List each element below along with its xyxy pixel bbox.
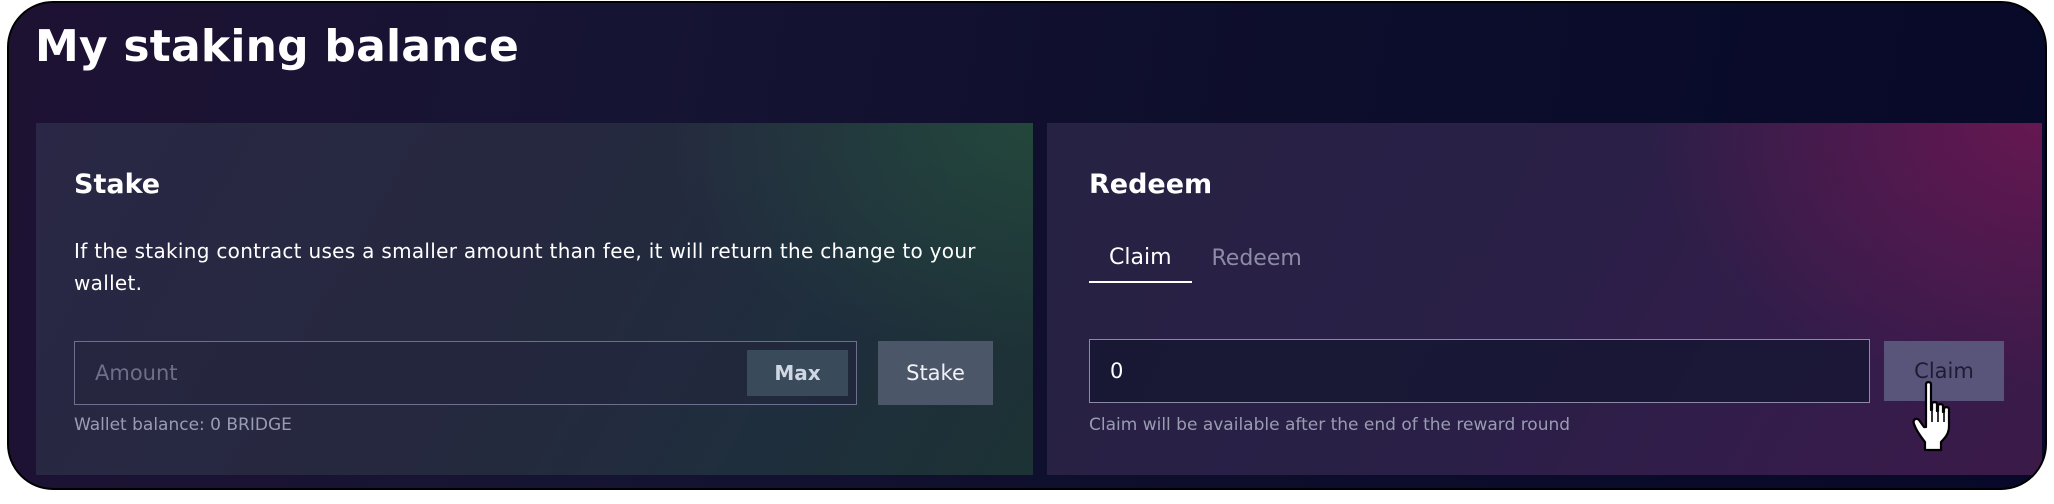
- stake-panel-title: Stake: [74, 169, 161, 200]
- stake-description: If the staking contract uses a smaller a…: [74, 239, 976, 295]
- redeem-panel: Redeem Claim Redeem Claim Claim will be …: [1047, 123, 2042, 475]
- stake-panel: Stake If the staking contract uses a sma…: [36, 123, 1033, 475]
- hand-pointer-icon: [1912, 381, 1951, 452]
- amount-field-group: Max: [74, 341, 857, 405]
- page-title: My staking balance: [35, 21, 519, 72]
- claim-amount-field[interactable]: [1089, 339, 1870, 403]
- tab-redeem[interactable]: Redeem: [1192, 233, 1322, 283]
- max-button[interactable]: Max: [747, 350, 848, 396]
- wallet-balance-text: Wallet balance: 0 BRIDGE: [74, 415, 292, 435]
- staking-balance-card: My staking balance Stake If the staking …: [7, 1, 2047, 490]
- redeem-panel-title: Redeem: [1089, 169, 1213, 200]
- claim-note-text: Claim will be available after the end of…: [1089, 415, 1571, 435]
- redeem-tabs: Claim Redeem: [1089, 233, 1322, 283]
- stake-button[interactable]: Stake: [878, 341, 993, 405]
- tab-claim[interactable]: Claim: [1089, 233, 1192, 283]
- amount-input[interactable]: [75, 342, 715, 404]
